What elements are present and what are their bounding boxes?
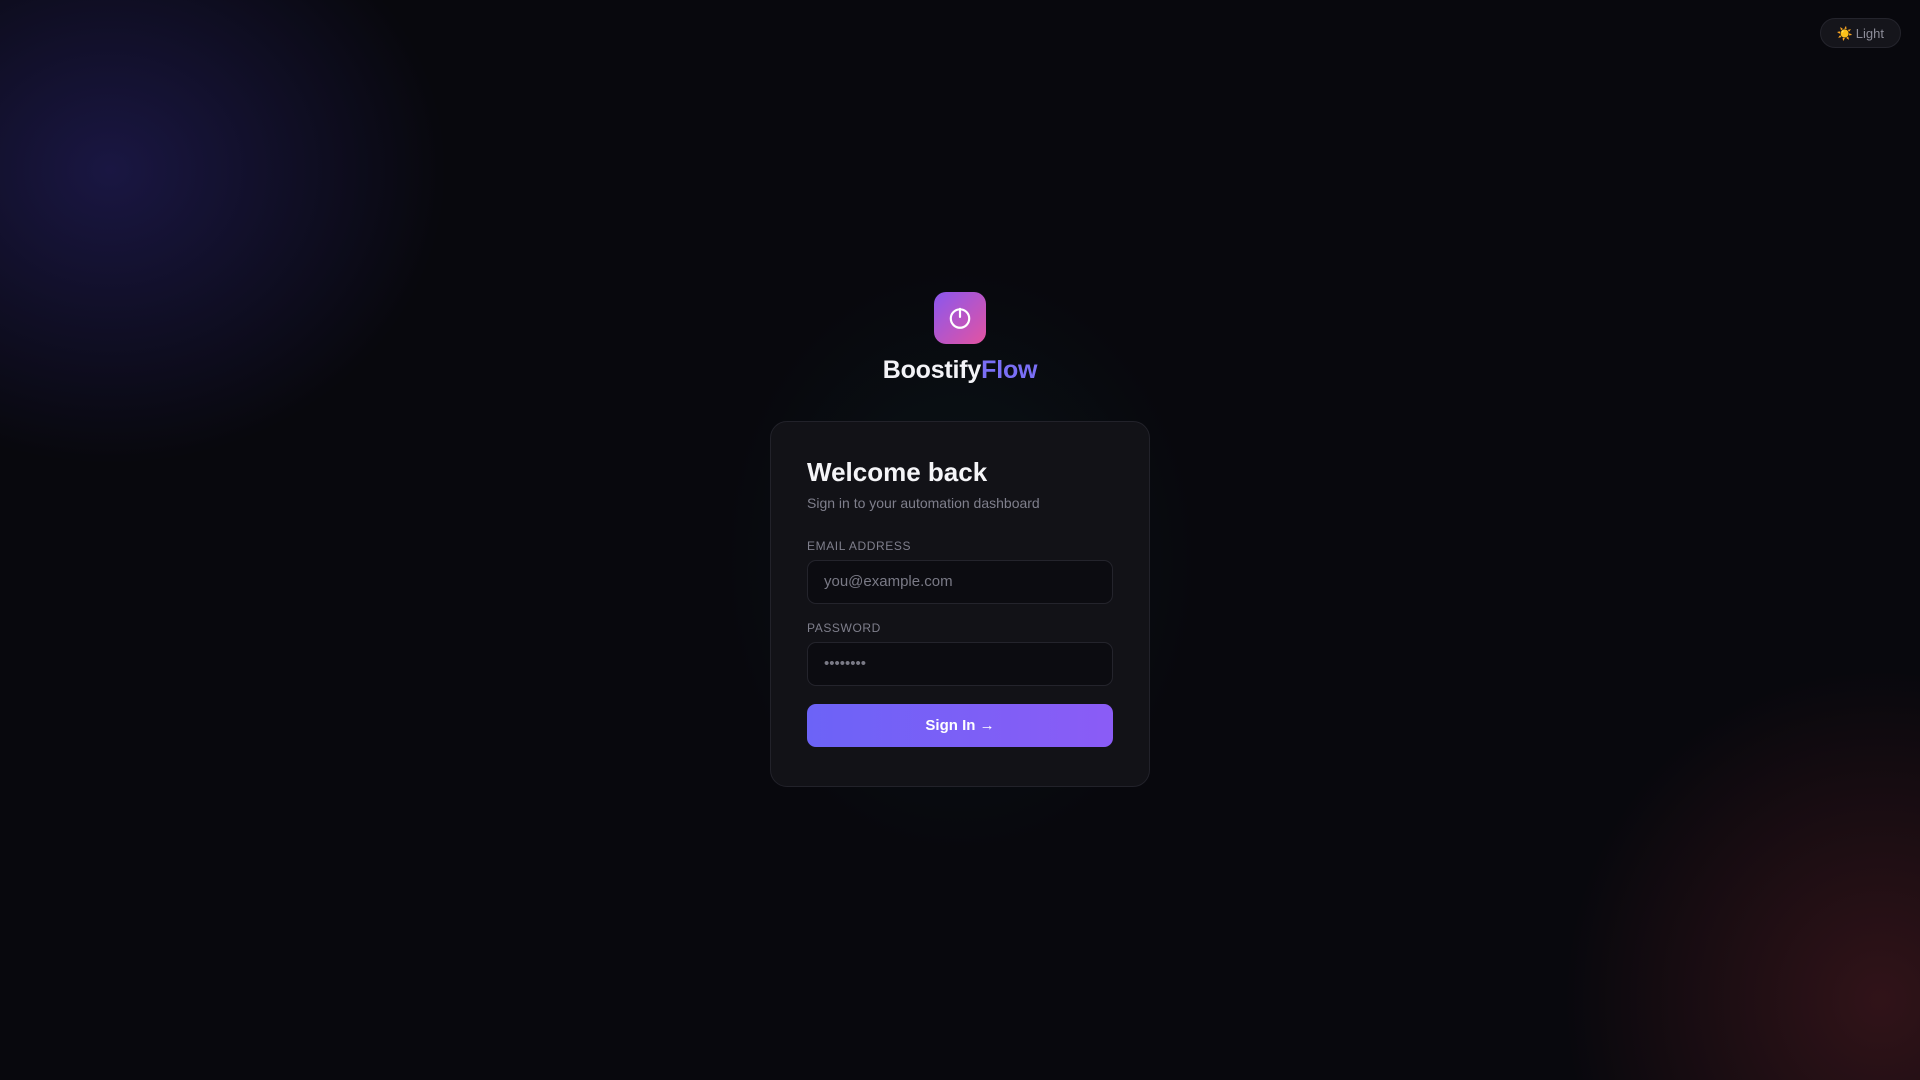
- login-card: Welcome back Sign in to your automation …: [770, 421, 1150, 787]
- brand-name-accent: Flow: [981, 356, 1038, 384]
- brand-header: BoostifyFlow: [0, 292, 1920, 385]
- password-label: PASSWORD: [807, 620, 881, 635]
- email-label: EMAIL ADDRESS: [807, 538, 912, 553]
- theme-toggle-button[interactable]: ☀️ Light: [1819, 18, 1901, 48]
- power-icon: [949, 307, 971, 329]
- password-input[interactable]: [807, 641, 1113, 686]
- login-subtitle: Sign in to your automation dashboard: [807, 494, 1040, 511]
- login-title: Welcome back: [807, 457, 988, 487]
- app-logo: [934, 292, 986, 344]
- sun-icon: ☀️: [1836, 25, 1853, 41]
- email-input[interactable]: [807, 559, 1113, 604]
- brand-name: BoostifyFlow: [883, 356, 1038, 385]
- theme-toggle-label: Light: [1855, 25, 1884, 41]
- brand-name-primary: Boostify: [882, 356, 982, 384]
- sign-in-button[interactable]: Sign In →: [807, 703, 1113, 747]
